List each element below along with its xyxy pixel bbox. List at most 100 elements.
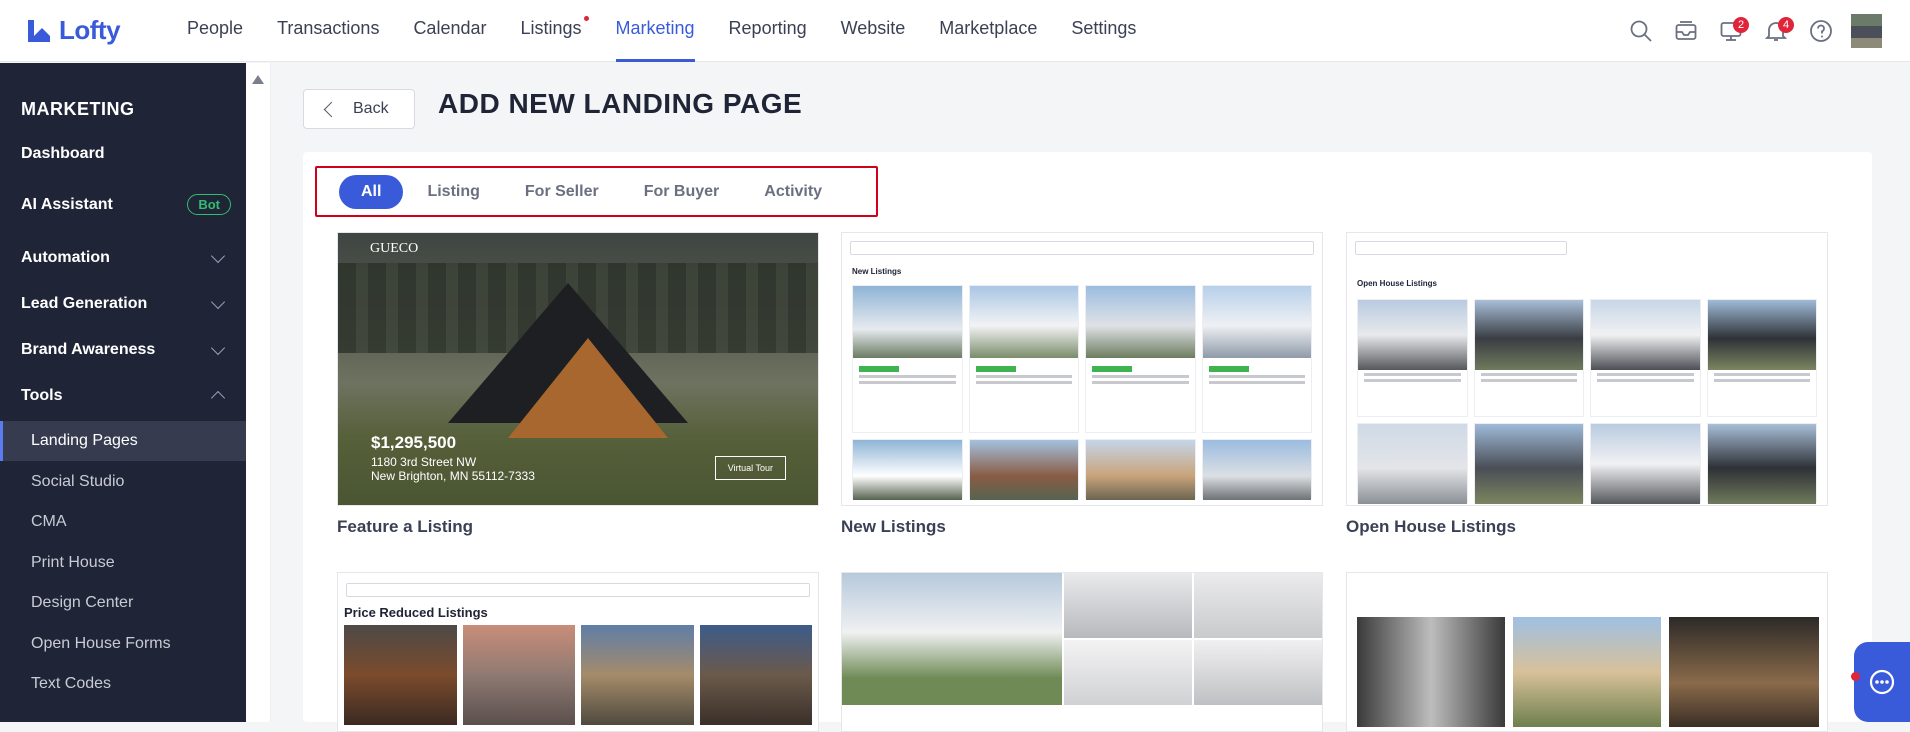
- messages-badge: 2: [1733, 16, 1749, 33]
- sidebar-sub-cma[interactable]: CMA: [0, 502, 246, 542]
- template-label: New Listings: [841, 517, 946, 536]
- search-icon[interactable]: [1618, 9, 1663, 54]
- preview-interior-photo: [1194, 640, 1322, 705]
- preview-listing-grid: [1357, 299, 1817, 504]
- category-filter-tabs: All Listing For Seller For Buyer Activit…: [315, 166, 878, 217]
- preview-interior-photo: [1194, 573, 1322, 638]
- sidebar-item-tools[interactable]: Tools: [21, 387, 231, 406]
- sidebar-item-label: Dashboard: [21, 145, 105, 162]
- preview-listing-grid: [852, 285, 1312, 500]
- preview-listing: [344, 625, 457, 725]
- sidebar-item-label: Tools: [21, 387, 63, 404]
- template-preview-image: [1346, 572, 1828, 732]
- preview-interior-photo: [1064, 573, 1192, 638]
- nav-transactions[interactable]: Transactions: [260, 0, 396, 62]
- preview-virtual-tour-button: Virtual Tour: [714, 456, 786, 480]
- template-preview-image: Price Reduced Listings: [337, 572, 819, 732]
- sidebar-item-brand-awareness[interactable]: Brand Awareness: [21, 340, 231, 359]
- preview-photo: [1669, 617, 1819, 727]
- inbox-icon[interactable]: [1663, 9, 1708, 54]
- preview-listing: [852, 285, 963, 433]
- preview-heading: New Listings: [852, 267, 902, 276]
- preview-brand: GUECO: [370, 241, 419, 256]
- preview-listing: [462, 625, 575, 725]
- scroll-up-arrow-icon[interactable]: [252, 75, 264, 84]
- sidebar-item-ai-assistant[interactable]: AI Assistant Bot: [21, 194, 231, 215]
- chevron-down-icon: [210, 294, 226, 310]
- top-icons: 2 4: [1618, 0, 1910, 62]
- sidebar-scrollbar[interactable]: [246, 63, 271, 722]
- nav-marketing[interactable]: Marketing: [599, 0, 712, 62]
- preview-listing: [1473, 299, 1584, 417]
- sidebar-sub-text-codes[interactable]: Text Codes: [0, 664, 246, 704]
- nav-website[interactable]: Website: [824, 0, 923, 62]
- help-icon[interactable]: [1798, 9, 1843, 54]
- nav-people[interactable]: People: [170, 0, 260, 62]
- preview-listing: [1085, 439, 1196, 500]
- chevron-left-icon: [323, 101, 340, 117]
- preview-listing: [1590, 423, 1701, 504]
- sidebar-item-dashboard[interactable]: Dashboard: [21, 145, 231, 163]
- chat-icon: [1869, 669, 1895, 695]
- preview-listing: [1590, 299, 1701, 417]
- template-card-price-reduced[interactable]: Price Reduced Listings: [337, 572, 819, 732]
- sidebar-item-label: Lead Generation: [21, 295, 148, 312]
- preview-listing: [968, 285, 1079, 433]
- tab-activity[interactable]: Activity: [764, 183, 822, 201]
- tab-for-buyer[interactable]: For Buyer: [644, 183, 720, 201]
- sidebar-sub-open-house-forms[interactable]: Open House Forms: [0, 624, 246, 664]
- chevron-down-icon: [210, 248, 226, 264]
- preview-address: 1180 3rd Street NW New Brighton, MN 5511…: [371, 455, 535, 483]
- new-indicator-dot: [583, 15, 589, 21]
- sidebar-item-lead-generation[interactable]: Lead Generation: [21, 294, 231, 313]
- chevron-up-icon: [210, 390, 226, 406]
- preview-listing-row: [344, 625, 812, 725]
- sidebar-item-automation[interactable]: Automation: [21, 248, 231, 267]
- sidebar-sub-landing-pages[interactable]: Landing Pages: [0, 421, 246, 461]
- preview-listing: [1085, 285, 1196, 433]
- preview-listing: [852, 439, 963, 500]
- sidebar-sub-print-house[interactable]: Print House: [0, 543, 246, 583]
- nav-settings[interactable]: Settings: [1054, 0, 1153, 62]
- avatar[interactable]: [1851, 14, 1882, 48]
- nav-marketplace[interactable]: Marketplace: [922, 0, 1054, 62]
- nav-listings[interactable]: Listings: [503, 0, 598, 62]
- template-preview-image: New Listings: [841, 232, 1323, 506]
- template-preview-image: GUECO $1,295,500 1180 3rd Street NW New …: [337, 232, 819, 506]
- preview-search-bar: [1355, 241, 1567, 255]
- lofty-logo[interactable]: Lofty: [25, 15, 170, 46]
- template-preview-image: Open House Listings: [1346, 232, 1828, 506]
- notifications-badge: 4: [1778, 16, 1794, 33]
- nav-reporting[interactable]: Reporting: [712, 0, 824, 62]
- tab-for-seller[interactable]: For Seller: [525, 183, 599, 201]
- template-card-open-house-listings[interactable]: Open House Listings: [1346, 232, 1828, 506]
- preview-listing: [1357, 423, 1468, 504]
- sidebar: MARKETING Dashboard AI Assistant Bot Auto…: [0, 63, 246, 722]
- preview-address-line2: New Brighton, MN 55112-7333: [371, 469, 535, 483]
- template-label: Open House Listings: [1346, 517, 1517, 536]
- sidebar-sub-social-studio[interactable]: Social Studio: [0, 462, 246, 502]
- back-button[interactable]: Back: [303, 89, 415, 129]
- preview-search-bar: [346, 583, 810, 597]
- messages-icon[interactable]: 2: [1708, 9, 1753, 54]
- sidebar-sub-design-center[interactable]: Design Center: [0, 583, 246, 623]
- tab-all[interactable]: All: [339, 174, 404, 209]
- preview-address-line1: 1180 3rd Street NW: [371, 455, 477, 469]
- brand-name: Lofty: [59, 15, 121, 45]
- chat-widget-button[interactable]: [1854, 642, 1910, 722]
- nav-calendar[interactable]: Calendar: [396, 0, 503, 62]
- preview-listing: [1201, 285, 1312, 433]
- template-card-feature-listing[interactable]: GUECO $1,295,500 1180 3rd Street NW New …: [337, 232, 819, 506]
- template-preview-image: [841, 572, 1323, 732]
- bell-icon[interactable]: 4: [1753, 9, 1798, 54]
- template-card-gallery[interactable]: [1346, 572, 1828, 732]
- preview-heading: Price Reduced Listings: [344, 605, 488, 620]
- nav-listings-label: Listings: [520, 17, 582, 38]
- preview-price: $1,295,500: [371, 433, 457, 452]
- preview-hero-photo: [842, 573, 1062, 705]
- back-label: Back: [353, 100, 389, 117]
- chevron-down-icon: [210, 340, 226, 356]
- template-card-modern-home[interactable]: [841, 572, 1323, 732]
- tab-listing[interactable]: Listing: [427, 183, 479, 201]
- template-card-new-listings[interactable]: New Listings: [841, 232, 1323, 506]
